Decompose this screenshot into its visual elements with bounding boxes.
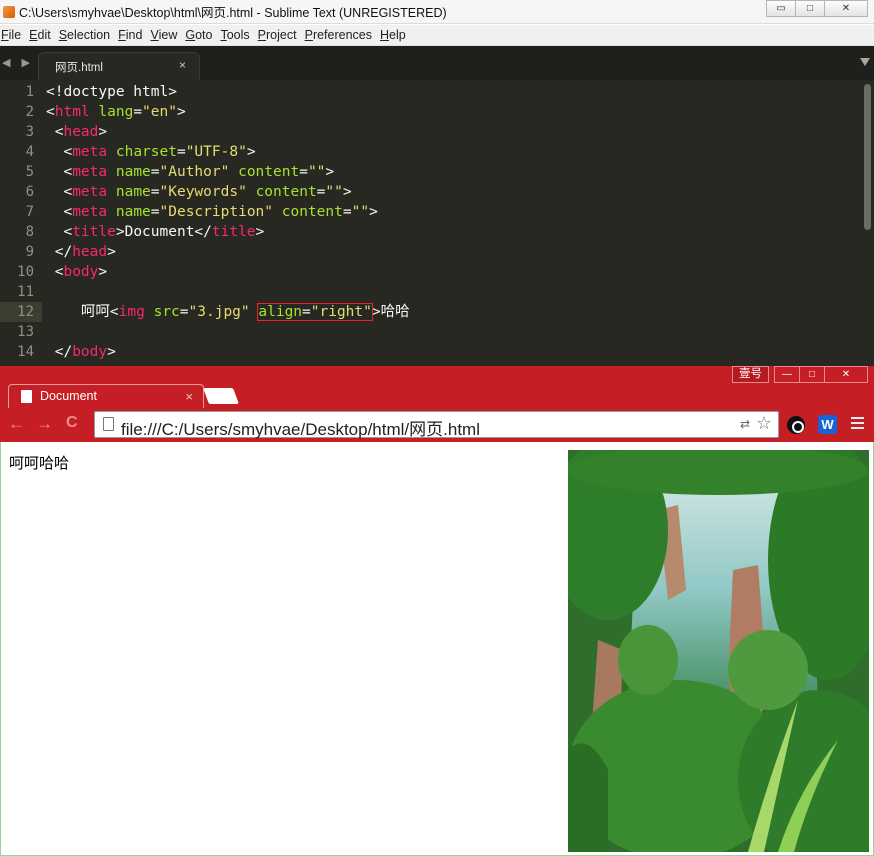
profile-button[interactable]: 壹号 xyxy=(732,366,769,383)
bookmark-star-icon[interactable]: ☆ xyxy=(756,413,772,434)
close-button[interactable]: ✕ xyxy=(824,0,868,17)
editor-scrollbar[interactable] xyxy=(864,84,871,230)
line-number: 12 xyxy=(17,304,34,320)
code-line: <meta charset="UTF-8"> xyxy=(46,144,256,160)
line-number: 11 xyxy=(17,284,34,300)
sublime-window-title: C:\Users\smyhvae\Desktop\html\网页.html - … xyxy=(19,6,447,20)
browser-tab-label: Document xyxy=(40,389,97,403)
back-icon[interactable]: ← xyxy=(8,414,25,434)
address-bar[interactable]: file:///C:/Users/smyhvae/Desktop/html/网页… xyxy=(94,411,779,440)
line-number: 13 xyxy=(17,324,34,340)
menu-edit[interactable]: Edit xyxy=(28,28,57,42)
tab-list-dropdown-icon[interactable] xyxy=(860,58,870,66)
page-icon xyxy=(21,390,32,403)
line-number: 10 xyxy=(17,264,34,280)
line-number: 9 xyxy=(25,244,34,260)
tab-nav-arrows-icon[interactable]: ◀ ▶ xyxy=(2,56,34,69)
sublime-window-controls: ▭ □ ✕ xyxy=(766,0,868,17)
sublime-tab-bar: ◀ ▶ 网页.html × xyxy=(0,46,874,80)
landscape-photo xyxy=(568,450,869,852)
minimize-button[interactable]: ▭ xyxy=(766,0,796,17)
forward-icon[interactable]: → xyxy=(36,414,53,434)
code-line: <!doctype html> xyxy=(46,84,177,100)
code-line: <body> xyxy=(46,264,108,280)
menu-tools[interactable]: Tools xyxy=(219,28,255,42)
chrome-menu-icon[interactable] xyxy=(851,417,864,432)
browser-toolbar: ← → C file:///C:/Users/smyhvae/Desktop/h… xyxy=(0,408,874,442)
chrome-window-controls: 壹号 — □ ✕ xyxy=(732,366,868,383)
line-number: 1 xyxy=(25,84,34,100)
menu-find[interactable]: Find xyxy=(117,28,148,42)
code-editor[interactable]: 1 2 3 4 5 6 7 8 9 10 11 12 13 14 <!docty… xyxy=(0,80,874,366)
line-number: 8 xyxy=(25,224,34,240)
chrome-close-button[interactable]: ✕ xyxy=(824,366,868,383)
page-body-text: 呵呵哈哈 xyxy=(9,455,70,472)
code-lines: <!doctype html> <html lang="en"> <head> … xyxy=(46,82,410,362)
menu-selection[interactable]: Selection xyxy=(58,28,116,42)
tab-file-label: 网页.html xyxy=(55,62,103,74)
menu-view[interactable]: View xyxy=(149,28,183,42)
page-viewport: 呵呵哈哈 xyxy=(0,442,874,856)
translate-icon[interactable]: ⇄ xyxy=(740,417,750,431)
tab-file[interactable]: 网页.html × xyxy=(38,52,200,80)
page-icon xyxy=(103,417,114,431)
code-line: <meta name="Description" content=""> xyxy=(46,204,378,220)
highlighted-align-attribute: align="right" xyxy=(257,303,373,321)
reload-icon[interactable]: C xyxy=(66,414,78,432)
extension-circle-icon[interactable] xyxy=(787,416,805,434)
code-line: <meta name="Keywords" content=""> xyxy=(46,184,352,200)
chrome-window: 壹号 — □ ✕ Document × ← → C file:///C:/Use… xyxy=(0,366,874,856)
menu-preferences[interactable]: Preferences xyxy=(304,28,378,42)
chrome-minimize-button[interactable]: — xyxy=(774,366,800,383)
new-tab-button[interactable] xyxy=(203,388,239,404)
code-line: 呵呵<img src="3.jpg" align="right">哈哈 xyxy=(46,303,410,321)
code-line: <title>Document</title> xyxy=(46,224,265,240)
code-line: <head> xyxy=(46,124,108,140)
tab-close-icon[interactable]: × xyxy=(179,58,186,72)
browser-tab-document[interactable]: Document × xyxy=(8,384,204,408)
chrome-maximize-button[interactable]: □ xyxy=(799,366,825,383)
sublime-title-bar: C:\Users\smyhvae\Desktop\html\网页.html - … xyxy=(0,0,874,24)
line-number: 3 xyxy=(25,124,34,140)
menu-file[interactable]: File xyxy=(0,28,27,42)
line-number: 6 xyxy=(25,184,34,200)
code-line: </head> xyxy=(46,244,116,260)
code-line: <html lang="en"> xyxy=(46,104,186,120)
line-number: 4 xyxy=(25,144,34,160)
sublime-app-icon xyxy=(3,5,15,18)
menu-goto[interactable]: Goto xyxy=(184,28,218,42)
url-text[interactable]: file:///C:/Users/smyhvae/Desktop/html/网页… xyxy=(121,415,480,440)
line-number: 7 xyxy=(25,204,34,220)
line-number: 5 xyxy=(25,164,34,180)
menu-project[interactable]: Project xyxy=(257,28,303,42)
maximize-button[interactable]: □ xyxy=(795,0,825,17)
sublime-menu-bar: File Edit Selection Find View Goto Tools… xyxy=(0,25,874,46)
menu-help[interactable]: Help xyxy=(379,28,412,42)
line-number: 14 xyxy=(17,344,34,360)
line-number: 2 xyxy=(25,104,34,120)
code-line: </body> xyxy=(46,344,116,360)
tab-close-icon[interactable]: × xyxy=(185,389,193,404)
code-line: <meta name="Author" content=""> xyxy=(46,164,335,180)
extension-w-icon[interactable]: W xyxy=(818,415,837,434)
line-gutter: 1 2 3 4 5 6 7 8 9 10 11 12 13 14 xyxy=(0,82,34,362)
